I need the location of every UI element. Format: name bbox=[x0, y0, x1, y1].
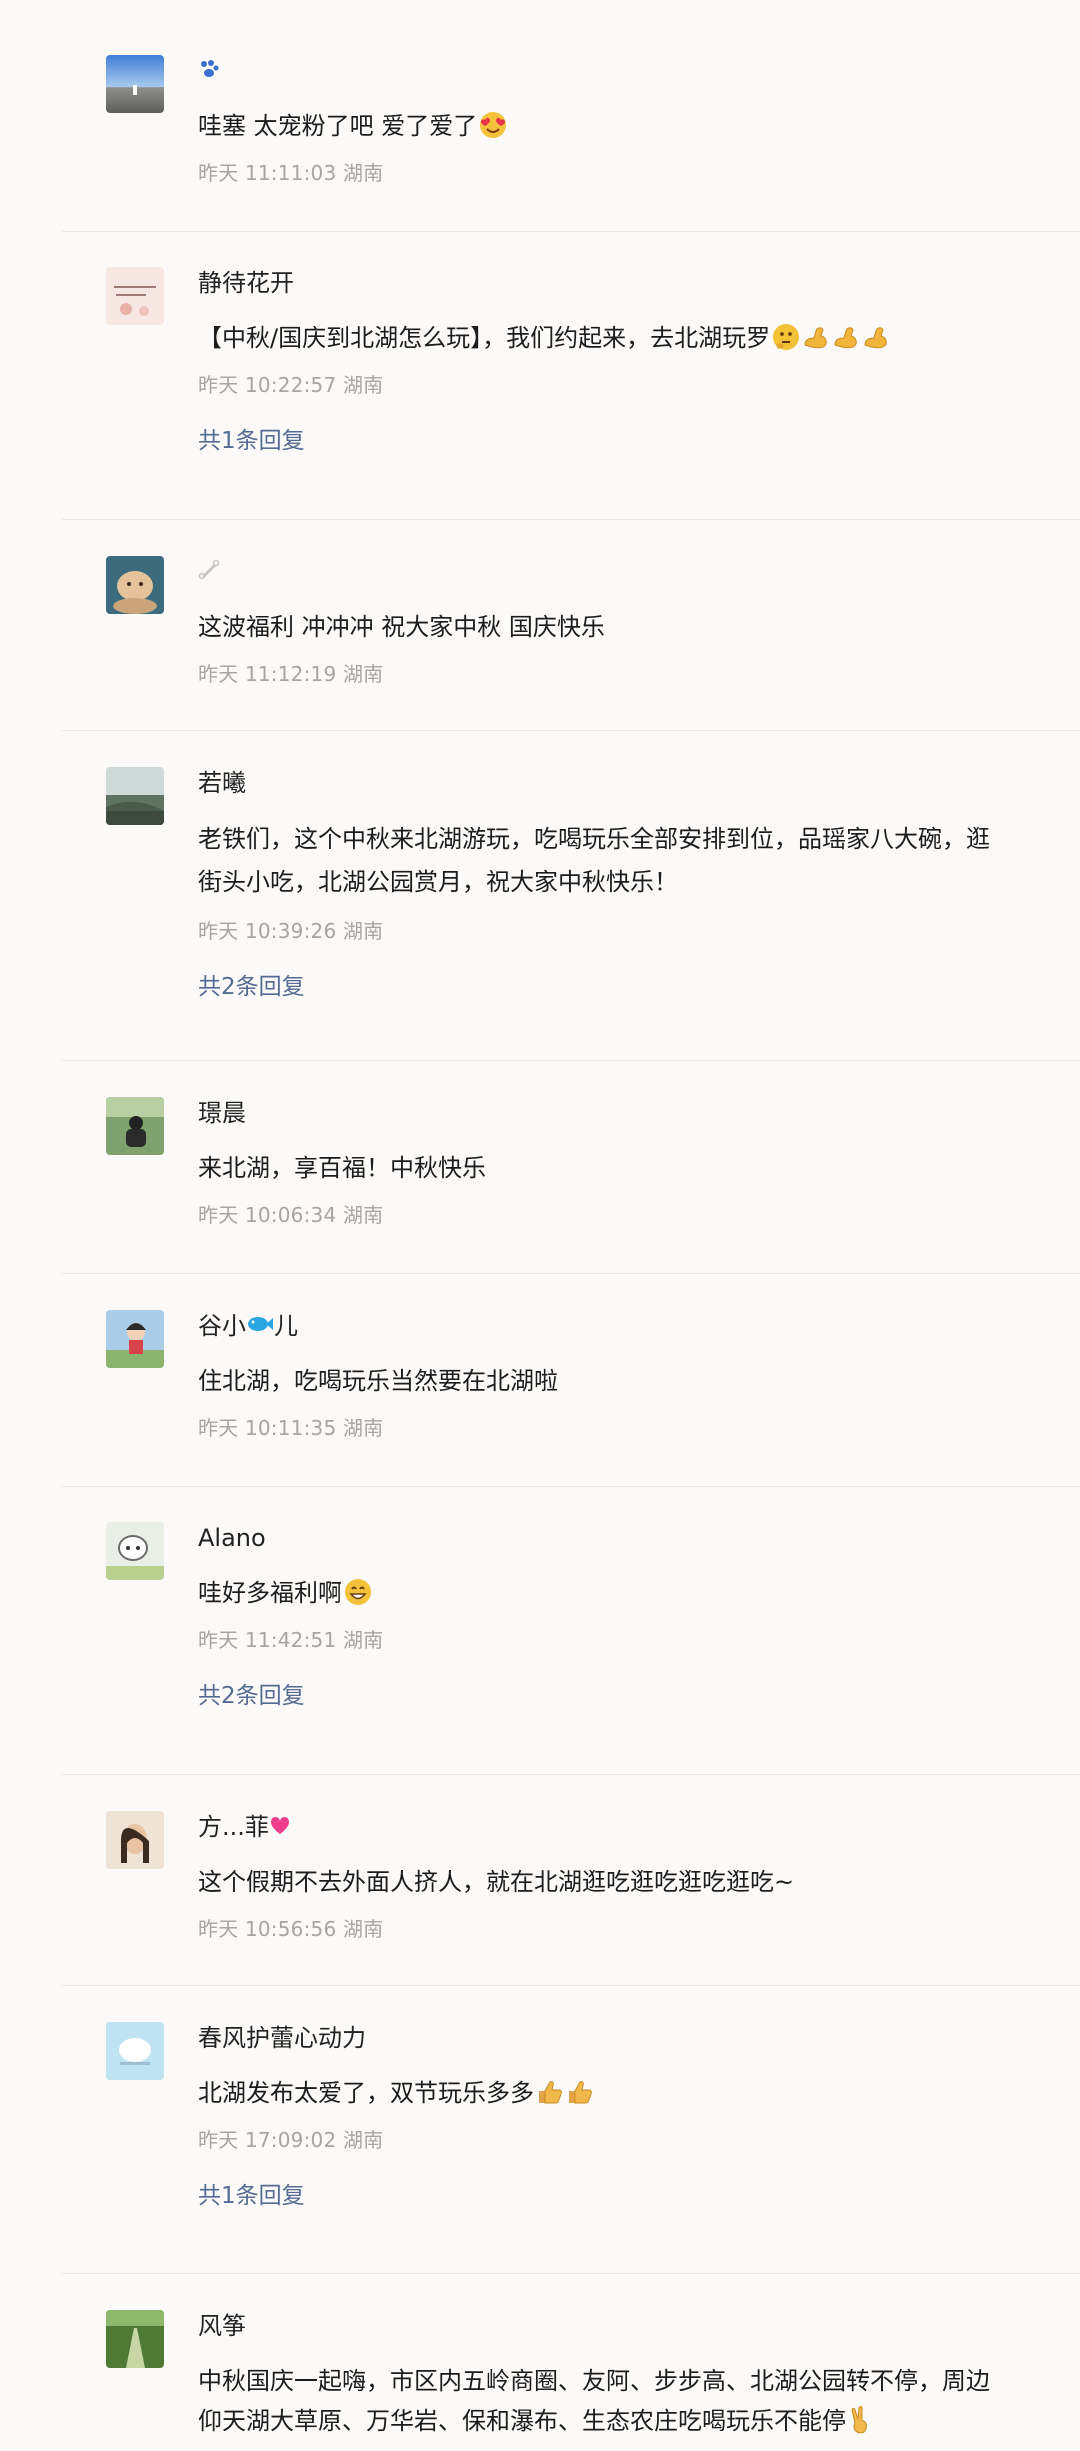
comment-item: 风筝 中秋国庆一起嗨，市区内五岭商圈、友阿、步步高、北湖公园转不停，周边仰天湖大… bbox=[62, 2274, 1080, 2451]
avatar[interactable] bbox=[106, 267, 164, 325]
comment-text: 哇塞 太宠粉了吧 爱了爱了 bbox=[198, 106, 1000, 146]
commenter-name[interactable]: 璟晨 bbox=[198, 1098, 1000, 1128]
comment-time: 昨天 10:56:56 湖南 bbox=[198, 1917, 384, 1941]
comment-text: 哇好多福利啊 bbox=[198, 1573, 1000, 1613]
victory-emoji bbox=[848, 2406, 876, 2434]
commenter-name[interactable]: 谷小儿 bbox=[198, 1311, 1000, 1341]
comment-time: 昨天 11:11:03 湖南 bbox=[198, 161, 384, 185]
commenter-name[interactable]: 方...菲 bbox=[198, 1812, 1000, 1842]
comment-time: 昨天 10:39:26 湖南 bbox=[198, 919, 384, 943]
commenter-name[interactable]: Alano bbox=[198, 1523, 1000, 1553]
comment-time: 昨天 11:12:19 湖南 bbox=[198, 662, 384, 686]
comment-item: 方...菲 这个假期不去外面人挤人，就在北湖逛吃逛吃逛吃逛吃~ 昨天 10:56… bbox=[62, 1775, 1080, 1986]
comment-text: 住北湖，吃喝玩乐当然要在北湖啦 bbox=[198, 1367, 558, 1395]
comment-time: 昨天 17:09:02 湖南 bbox=[198, 2128, 384, 2152]
view-replies-link[interactable]: 共1条回复 bbox=[198, 426, 1000, 456]
thinking-emoji bbox=[772, 323, 800, 351]
comment-text: 【中秋/国庆到北湖怎么玩】，我们约起来，去北湖玩罗 bbox=[198, 318, 1000, 358]
comment-time: 昨天 11:42:51 湖南 bbox=[198, 1628, 384, 1652]
comment-time: 昨天 10:06:34 湖南 bbox=[198, 1203, 384, 1227]
fish-icon bbox=[246, 1312, 274, 1342]
thumbs-up-emoji bbox=[566, 2078, 594, 2106]
avatar[interactable] bbox=[106, 1310, 164, 1368]
avatar[interactable] bbox=[106, 2022, 164, 2080]
comment-item: 谷小儿 住北湖，吃喝玩乐当然要在北湖啦 昨天 10:11:35 湖南 bbox=[62, 1274, 1080, 1487]
bone-icon bbox=[198, 558, 222, 589]
avatar[interactable] bbox=[106, 556, 164, 614]
heart-icon bbox=[269, 1813, 291, 1843]
commenter-name[interactable]: 风筝 bbox=[198, 2311, 1000, 2341]
comment-text: 这波福利 冲冲冲 祝大家中秋 国庆快乐 bbox=[198, 613, 605, 641]
avatar[interactable] bbox=[106, 767, 164, 825]
view-replies-link[interactable]: 共1条回复 bbox=[198, 2181, 1000, 2211]
view-replies-link[interactable]: 共2条回复 bbox=[198, 972, 1000, 1002]
comment-time: 昨天 10:11:35 湖南 bbox=[198, 1416, 384, 1440]
comment-text: 中秋国庆一起嗨，市区内五岭商圈、友阿、步步高、北湖公园转不停，周边仰天湖大草原、… bbox=[198, 2367, 990, 2435]
flex-emoji bbox=[832, 323, 860, 351]
comment-text: 北湖发布太爱了，双节玩乐多多 bbox=[198, 2073, 1000, 2113]
avatar[interactable] bbox=[106, 1811, 164, 1869]
comment-time: 昨天 10:22:57 湖南 bbox=[198, 373, 384, 397]
comment-item: Alano 哇好多福利啊 昨天 11:42:51 湖南 共2条回复 bbox=[62, 1487, 1080, 1775]
comment-item: 春风护蕾心动力 北湖发布太爱了，双节玩乐多多 昨天 17:09:02 湖南 共1… bbox=[62, 1986, 1080, 2274]
avatar[interactable] bbox=[106, 55, 164, 113]
avatar[interactable] bbox=[106, 1097, 164, 1155]
flex-emoji bbox=[862, 323, 890, 351]
view-replies-link[interactable]: 共2条回复 bbox=[198, 1681, 1000, 1711]
comment-text: 来北湖，享百福！中秋快乐 bbox=[198, 1154, 486, 1182]
commenter-name[interactable]: 春风护蕾心动力 bbox=[198, 2023, 1000, 2053]
avatar[interactable] bbox=[106, 2310, 164, 2368]
heart-eyes-emoji bbox=[479, 111, 507, 139]
commenter-name[interactable] bbox=[198, 557, 1000, 587]
commenter-name[interactable] bbox=[198, 56, 1000, 86]
comment-item: 静待花开 【中秋/国庆到北湖怎么玩】，我们约起来，去北湖玩罗 昨天 10:22:… bbox=[62, 232, 1080, 520]
comment-list: 哇塞 太宠粉了吧 爱了爱了 昨天 11:11:03 湖南 静待花开 【中秋/国庆… bbox=[0, 0, 1080, 2451]
comment-item: 哇塞 太宠粉了吧 爱了爱了 昨天 11:11:03 湖南 bbox=[62, 0, 1080, 232]
commenter-name[interactable]: 若曦 bbox=[198, 768, 1000, 798]
flex-emoji bbox=[802, 323, 830, 351]
comment-text: 老铁们，这个中秋来北湖游玩，吃喝玩乐全部安排到位，品瑶家八大碗，逛街头小吃，北湖… bbox=[198, 825, 990, 896]
avatar[interactable] bbox=[106, 1522, 164, 1580]
commenter-name[interactable]: 静待花开 bbox=[198, 268, 1000, 298]
comment-item: 璟晨 来北湖，享百福！中秋快乐 昨天 10:06:34 湖南 bbox=[62, 1061, 1080, 1274]
comment-text: 这个假期不去外面人挤人，就在北湖逛吃逛吃逛吃逛吃~ bbox=[198, 1868, 795, 1896]
thumbs-up-emoji bbox=[536, 2078, 564, 2106]
grin-emoji bbox=[344, 1578, 372, 1606]
comment-item: 若曦 老铁们，这个中秋来北湖游玩，吃喝玩乐全部安排到位，品瑶家八大碗，逛街头小吃… bbox=[62, 731, 1080, 1061]
comment-item: 这波福利 冲冲冲 祝大家中秋 国庆快乐 昨天 11:12:19 湖南 bbox=[62, 520, 1080, 731]
paw-icon bbox=[198, 57, 220, 87]
